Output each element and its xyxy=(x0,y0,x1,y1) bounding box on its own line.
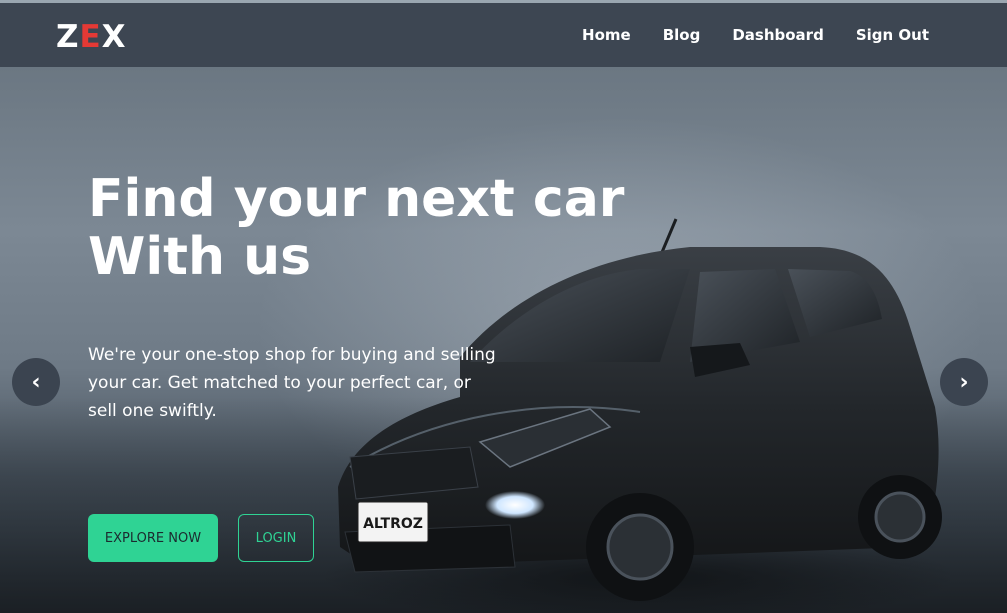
hero-title: Find your next car With us xyxy=(88,170,624,286)
car-rear-rim xyxy=(874,491,926,543)
nav-link-sign-out[interactable]: Sign Out xyxy=(856,26,929,44)
logo-letter-z: Z xyxy=(56,19,80,55)
hero-title-line-1: Find your next car xyxy=(88,169,625,229)
hero-title-line-2: With us xyxy=(88,227,312,287)
logo-letter-e: E xyxy=(79,19,102,55)
car-plate-text: ALTROZ xyxy=(363,516,423,532)
car-fog-lamp xyxy=(485,491,545,519)
nav-links: Home Blog Dashboard Sign Out xyxy=(582,3,929,67)
carousel-next-button[interactable]: › xyxy=(940,358,988,406)
navbar: ZEX Home Blog Dashboard Sign Out xyxy=(0,3,1007,67)
hero-description: We're your one-stop shop for buying and … xyxy=(88,345,496,421)
chevron-left-icon: ‹ xyxy=(31,369,41,395)
logo-letter-x: X xyxy=(101,19,127,55)
carousel-prev-button[interactable]: ‹ xyxy=(12,358,60,406)
login-button[interactable]: LOGIN xyxy=(238,514,314,562)
nav-link-dashboard[interactable]: Dashboard xyxy=(732,26,823,44)
car-front-rim xyxy=(606,513,674,581)
brand-logo[interactable]: ZEX xyxy=(56,19,127,55)
chevron-right-icon: › xyxy=(959,369,969,395)
hero-carousel: ALTROZ Find your next car With us We're … xyxy=(0,67,1007,613)
nav-link-home[interactable]: Home xyxy=(582,26,631,44)
nav-link-blog[interactable]: Blog xyxy=(663,26,701,44)
explore-now-button[interactable]: EXPLORE NOW xyxy=(88,514,218,562)
